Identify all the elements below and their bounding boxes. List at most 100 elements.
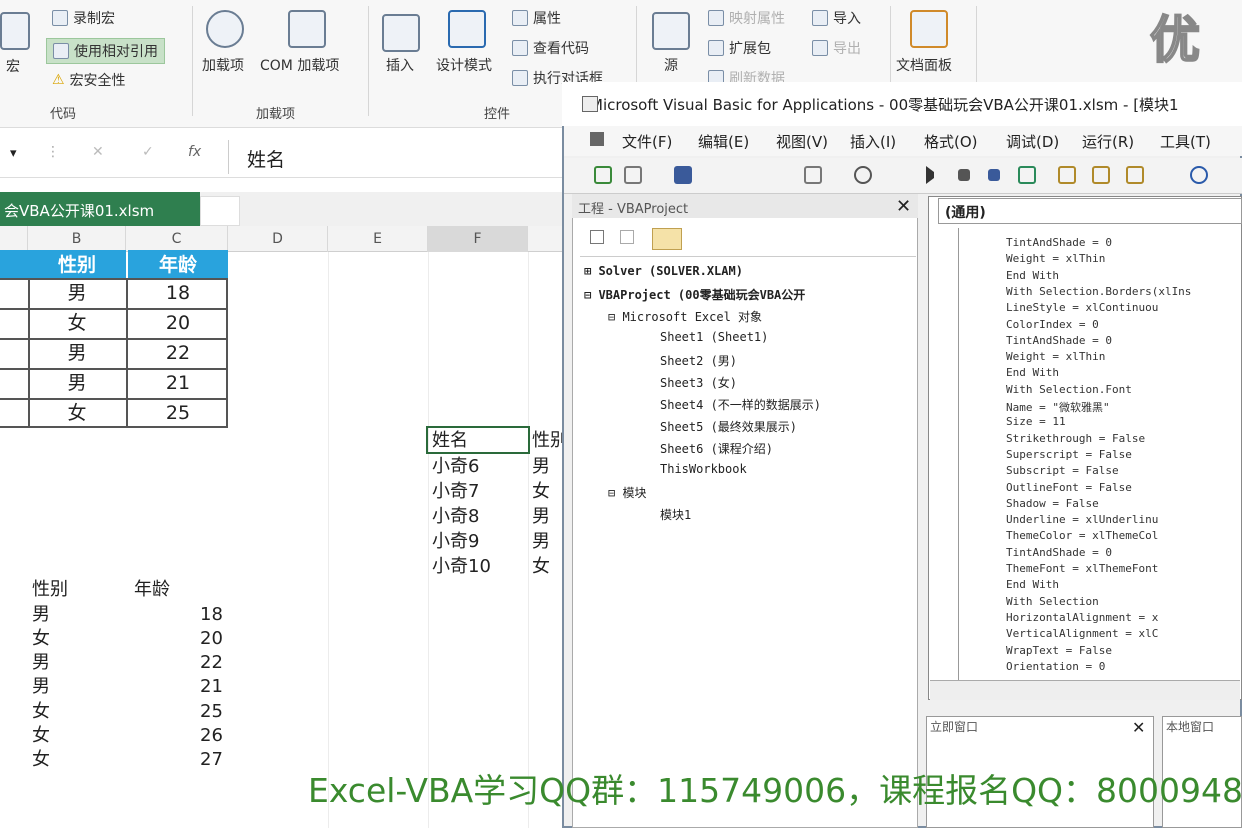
table-cell[interactable]: 18 — [128, 278, 228, 308]
code-hscrollbar[interactable] — [930, 680, 1240, 700]
pause-icon[interactable] — [958, 169, 970, 181]
table-cell[interactable]: 女 — [28, 398, 126, 428]
column-header-e[interactable]: E — [328, 226, 428, 252]
close-immediate-icon[interactable]: ✕ — [1132, 718, 1145, 737]
code-line[interactable]: ColorIndex = 0 — [1006, 318, 1099, 331]
table-cell[interactable]: 小奇7 — [432, 479, 479, 504]
menu-view[interactable]: 视图(V) — [776, 131, 828, 152]
new-tab-area[interactable] — [200, 196, 240, 226]
tree-node-module1[interactable]: 模块1 — [660, 506, 691, 523]
menu-format[interactable]: 格式(O) — [924, 131, 978, 152]
properties-button[interactable]: 属性 — [512, 8, 561, 28]
design-mode-button[interactable]: 设计模式 — [436, 55, 492, 75]
code-line[interactable]: WrapText = False — [1006, 644, 1112, 657]
insert-control-button[interactable]: 插入 — [386, 55, 414, 75]
code-line[interactable]: HorizontalAlignment = x — [1006, 611, 1158, 624]
code-line[interactable]: End With — [1006, 366, 1059, 379]
tree-node-sheet[interactable]: Sheet1 (Sheet1) — [660, 330, 768, 344]
macro-icon[interactable] — [0, 12, 30, 50]
undo-icon[interactable] — [854, 166, 872, 184]
insert-function-button[interactable]: fx — [188, 144, 201, 160]
table-cell[interactable]: 男 — [32, 650, 50, 675]
table-cell[interactable]: 女 — [532, 554, 550, 579]
macro-security-button[interactable]: ⚠ 宏安全性 — [52, 70, 126, 90]
tree-node-thisworkbook[interactable]: ThisWorkbook — [660, 462, 747, 476]
column-header-b[interactable]: B — [28, 226, 126, 252]
code-line[interactable]: ThemeColor = xlThemeCol — [1006, 529, 1158, 542]
map-properties-button[interactable]: 映射属性 — [708, 8, 785, 28]
code-line[interactable]: Shadow = False — [1006, 497, 1099, 510]
menu-edit[interactable]: 编辑(E) — [698, 131, 749, 152]
project-explorer-icon[interactable] — [1058, 166, 1076, 184]
menu-file[interactable]: 文件(F) — [622, 131, 672, 152]
table1-header-gender[interactable]: 性别 — [28, 250, 126, 280]
help-icon[interactable] — [1190, 166, 1208, 184]
tree-node-modules[interactable]: ⊟ 模块 — [608, 484, 646, 501]
code-line[interactable]: TintAndShade = 0 — [1006, 334, 1112, 347]
code-line[interactable]: TintAndShade = 0 — [1006, 546, 1112, 559]
table-cell[interactable]: 27 — [200, 747, 223, 772]
menu-run[interactable]: 运行(R) — [1082, 131, 1134, 152]
table-cell[interactable]: 小奇6 — [432, 454, 479, 479]
table-cell[interactable]: 21 — [200, 674, 223, 699]
tree-node-sheet[interactable]: Sheet6 (课程介绍) — [660, 440, 773, 457]
properties-window-icon[interactable] — [1092, 166, 1110, 184]
view-code-icon[interactable] — [590, 230, 604, 244]
table-cell[interactable]: 男 — [532, 504, 550, 529]
code-line[interactable]: ThemeFont = xlThemeFont — [1006, 562, 1158, 575]
table-cell[interactable]: 男 — [28, 278, 126, 308]
object-browser-icon[interactable] — [1126, 166, 1144, 184]
code-line[interactable]: VerticalAlignment = xlC — [1006, 627, 1158, 640]
view-code-button[interactable]: 查看代码 — [512, 38, 589, 58]
name-box-dropdown[interactable]: ▾ — [10, 146, 17, 161]
code-line[interactable]: Size = 11 — [1006, 415, 1066, 428]
table-cell[interactable]: 男 — [32, 674, 50, 699]
import-button[interactable]: 导入 — [812, 8, 861, 28]
document-panel-button[interactable]: 文档面板 — [896, 55, 952, 75]
menu-insert[interactable]: 插入(I) — [850, 131, 896, 152]
code-line[interactable]: Subscript = False — [1006, 464, 1119, 477]
tree-node-vbaproject[interactable]: ⊟ VBAProject (00零基础玩会VBA公开 — [584, 286, 805, 303]
macros-button[interactable]: 宏 — [6, 56, 20, 76]
table-cell[interactable]: 18 — [200, 602, 223, 627]
toggle-folders-icon[interactable] — [652, 228, 682, 250]
excel-icon[interactable] — [594, 166, 612, 184]
tree-node-sheet[interactable]: Sheet4 (不一样的数据展示) — [660, 396, 821, 413]
source-button[interactable]: 源 — [664, 55, 678, 75]
workbook-tab[interactable]: 会VBA公开课01.xlsm — [0, 192, 200, 226]
menu-tools[interactable]: 工具(T) — [1160, 131, 1211, 152]
table-cell[interactable]: 男 — [28, 338, 126, 368]
table-cell[interactable]: 22 — [200, 650, 223, 675]
code-line[interactable]: LineStyle = xlContinuou — [1006, 301, 1158, 314]
table-cell[interactable]: 26 — [200, 723, 223, 748]
app-menu-icon[interactable] — [590, 132, 604, 146]
column-header-f[interactable]: F — [428, 226, 528, 252]
relative-ref-button[interactable]: 使用相对引用 — [46, 38, 165, 64]
menu-debug[interactable]: 调试(D) — [1006, 131, 1059, 152]
insert-module-icon[interactable] — [624, 166, 642, 184]
cancel-icon[interactable]: ✕ — [92, 144, 104, 160]
table-cell[interactable]: 小奇10 — [432, 554, 491, 579]
code-line[interactable]: OutlineFont = False — [1006, 481, 1132, 494]
table-cell[interactable]: 25 — [128, 398, 228, 428]
formula-input[interactable]: 姓名 — [228, 140, 568, 174]
code-line[interactable]: TintAndShade = 0 — [1006, 236, 1112, 249]
code-line[interactable]: Underline = xlUnderlinu — [1006, 513, 1158, 526]
close-project-pane-icon[interactable]: ✕ — [896, 196, 911, 217]
code-line[interactable]: With Selection.Borders(xlIns — [1006, 285, 1191, 298]
table-cell[interactable]: 女 — [532, 479, 550, 504]
table2-header-name[interactable]: 姓名 — [432, 428, 468, 453]
table-cell[interactable]: 男 — [32, 602, 50, 627]
code-line[interactable]: Strikethrough = False — [1006, 432, 1145, 445]
code-line[interactable]: Weight = xlThin — [1006, 350, 1105, 363]
column-header-d[interactable]: D — [228, 226, 328, 252]
stop-icon[interactable] — [988, 169, 1000, 181]
code-line[interactable]: End With — [1006, 269, 1059, 282]
tree-node-sheet[interactable]: Sheet5 (最终效果展示) — [660, 418, 797, 435]
table-cell[interactable]: 20 — [128, 308, 228, 338]
table-cell[interactable]: 小奇9 — [432, 529, 479, 554]
table-cell[interactable]: 男 — [28, 368, 126, 398]
table-cell[interactable]: 25 — [200, 699, 223, 724]
expansion-pack-button[interactable]: 扩展包 — [708, 38, 771, 58]
table-cell[interactable]: 20 — [200, 626, 223, 651]
